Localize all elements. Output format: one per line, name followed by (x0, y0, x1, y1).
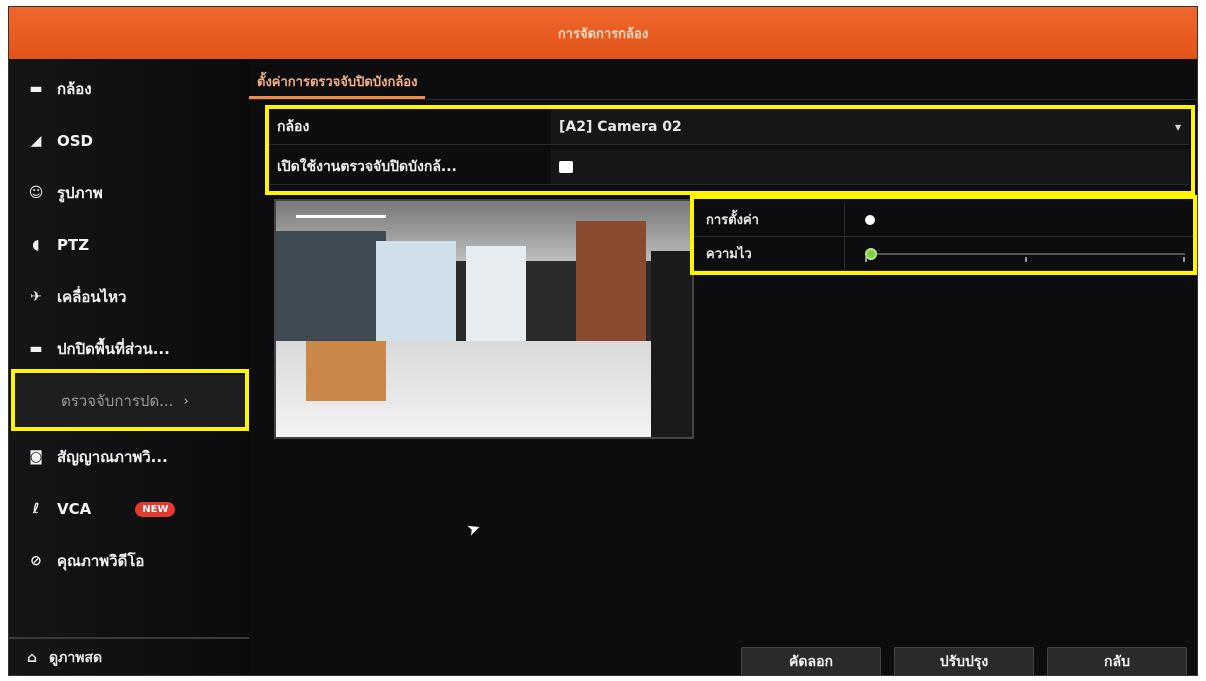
sidebar-item-label: PTZ (57, 236, 90, 254)
enable-checkbox[interactable] (559, 160, 573, 173)
home-icon: ⌂ (27, 650, 38, 666)
tab-divider (249, 99, 1197, 100)
image-icon: ☺ (28, 185, 44, 201)
sensitivity-cell (844, 237, 1194, 270)
sidebar-item-tamper-detection[interactable]: ตรวจจับการปด... › (13, 375, 249, 427)
sidebar-item-ptz[interactable]: ◖ PTZ (9, 219, 249, 271)
chevron-down-icon: ▾ (1174, 119, 1181, 134)
live-view-button[interactable]: ⌂ ดูภาพสด (9, 637, 249, 675)
apply-button[interactable]: ปรับปรุง (894, 647, 1034, 675)
sensitivity-row: ความไว (694, 237, 1194, 271)
motion-icon: ✈ (30, 289, 42, 305)
new-badge: NEW (135, 501, 176, 517)
sidebar-item-vca[interactable]: ℓ VCA NEW (9, 483, 249, 535)
privacy-mask-icon: ▬ (29, 341, 43, 357)
sidebar-item-label: OSD (57, 132, 94, 150)
sidebar: ▬ กล้อง ◢ OSD ☺ รูปภาพ ◖ PTZ ✈ เคลื่อนไห… (9, 59, 249, 675)
camera-row: กล้อง [A2] Camera 02 ▾ (269, 109, 1189, 145)
sidebar-item-label: กล้อง (57, 80, 92, 98)
video-quality-icon: ⊘ (30, 553, 42, 569)
back-button[interactable]: กลับ (1047, 647, 1187, 675)
live-view-label: ดูภาพสด (49, 650, 103, 666)
settings-row: การตั้งค่า (694, 203, 1194, 237)
dialog-window: การจัดการกล้อง ▬ กล้อง ◢ OSD ☺ รูปภาพ ◖ … (8, 6, 1198, 676)
enable-label: เปิดใช้งานตรวจจับปิดบังกล้... (277, 158, 457, 175)
video-loss-icon: ◙ (29, 449, 43, 465)
camera-label: กล้อง (277, 118, 310, 135)
camera-select[interactable]: [A2] Camera 02 ▾ (551, 109, 1189, 144)
sidebar-item-video-quality[interactable]: ⊘ คุณภาพวิดีโอ (9, 535, 249, 587)
slider-knob[interactable] (865, 247, 877, 260)
sidebar-item-label: เคลื่อนไหว (57, 288, 127, 306)
sidebar-item-label: VCA (57, 500, 92, 518)
settings-cell (844, 203, 1194, 236)
window-title: การจัดการกล้อง (9, 7, 1197, 59)
enable-row: เปิดใช้งานตรวจจับปิดบังกล้... (269, 149, 1189, 185)
settings-gear-icon[interactable] (865, 214, 875, 225)
sensitivity-label: ความไว (706, 247, 752, 262)
tab-tamper-settings[interactable]: ตั้งค่าการตรวจจับปิดบังกล้อง (249, 67, 426, 99)
enable-cell (551, 149, 1189, 184)
settings-label: การตั้งค่า (706, 213, 759, 228)
sidebar-item-osd[interactable]: ◢ OSD (9, 115, 249, 167)
osd-icon: ◢ (30, 133, 42, 149)
sensitivity-slider[interactable] (865, 247, 1185, 262)
chevron-right-icon: › (183, 393, 189, 409)
camera-preview (274, 199, 694, 439)
ptz-icon: ◖ (32, 237, 40, 253)
vca-icon: ℓ (32, 501, 40, 517)
camera-select-value: [A2] Camera 02 (559, 118, 682, 135)
sidebar-item-camera[interactable]: ▬ กล้อง (9, 63, 249, 115)
sidebar-item-label: รูปภาพ (57, 184, 103, 202)
camera-icon: ▬ (29, 81, 43, 97)
osd-overlay (296, 215, 386, 218)
sidebar-item-label: คุณภาพวิดีโอ (57, 552, 145, 570)
sidebar-item-motion[interactable]: ✈ เคลื่อนไหว (9, 271, 249, 323)
sidebar-item-privacy-mask[interactable]: ▬ ปกปิดพื้นที่ส่วน... (9, 323, 249, 375)
copy-button[interactable]: คัดลอก (741, 647, 881, 675)
sidebar-item-image[interactable]: ☺ รูปภาพ (9, 167, 249, 219)
sidebar-item-label: สัญญาณภาพวิ... (57, 448, 168, 466)
mouse-cursor-icon: ➤ (464, 517, 484, 540)
sidebar-item-label: ปกปิดพื้นที่ส่วน... (57, 340, 170, 358)
main-panel: ตั้งค่าการตรวจจับปิดบังกล้อง กล้อง [A2] … (249, 59, 1197, 675)
sidebar-item-label: ตรวจจับการปด... (61, 392, 174, 410)
sidebar-item-video-loss[interactable]: ◙ สัญญาณภาพวิ... (9, 431, 249, 483)
